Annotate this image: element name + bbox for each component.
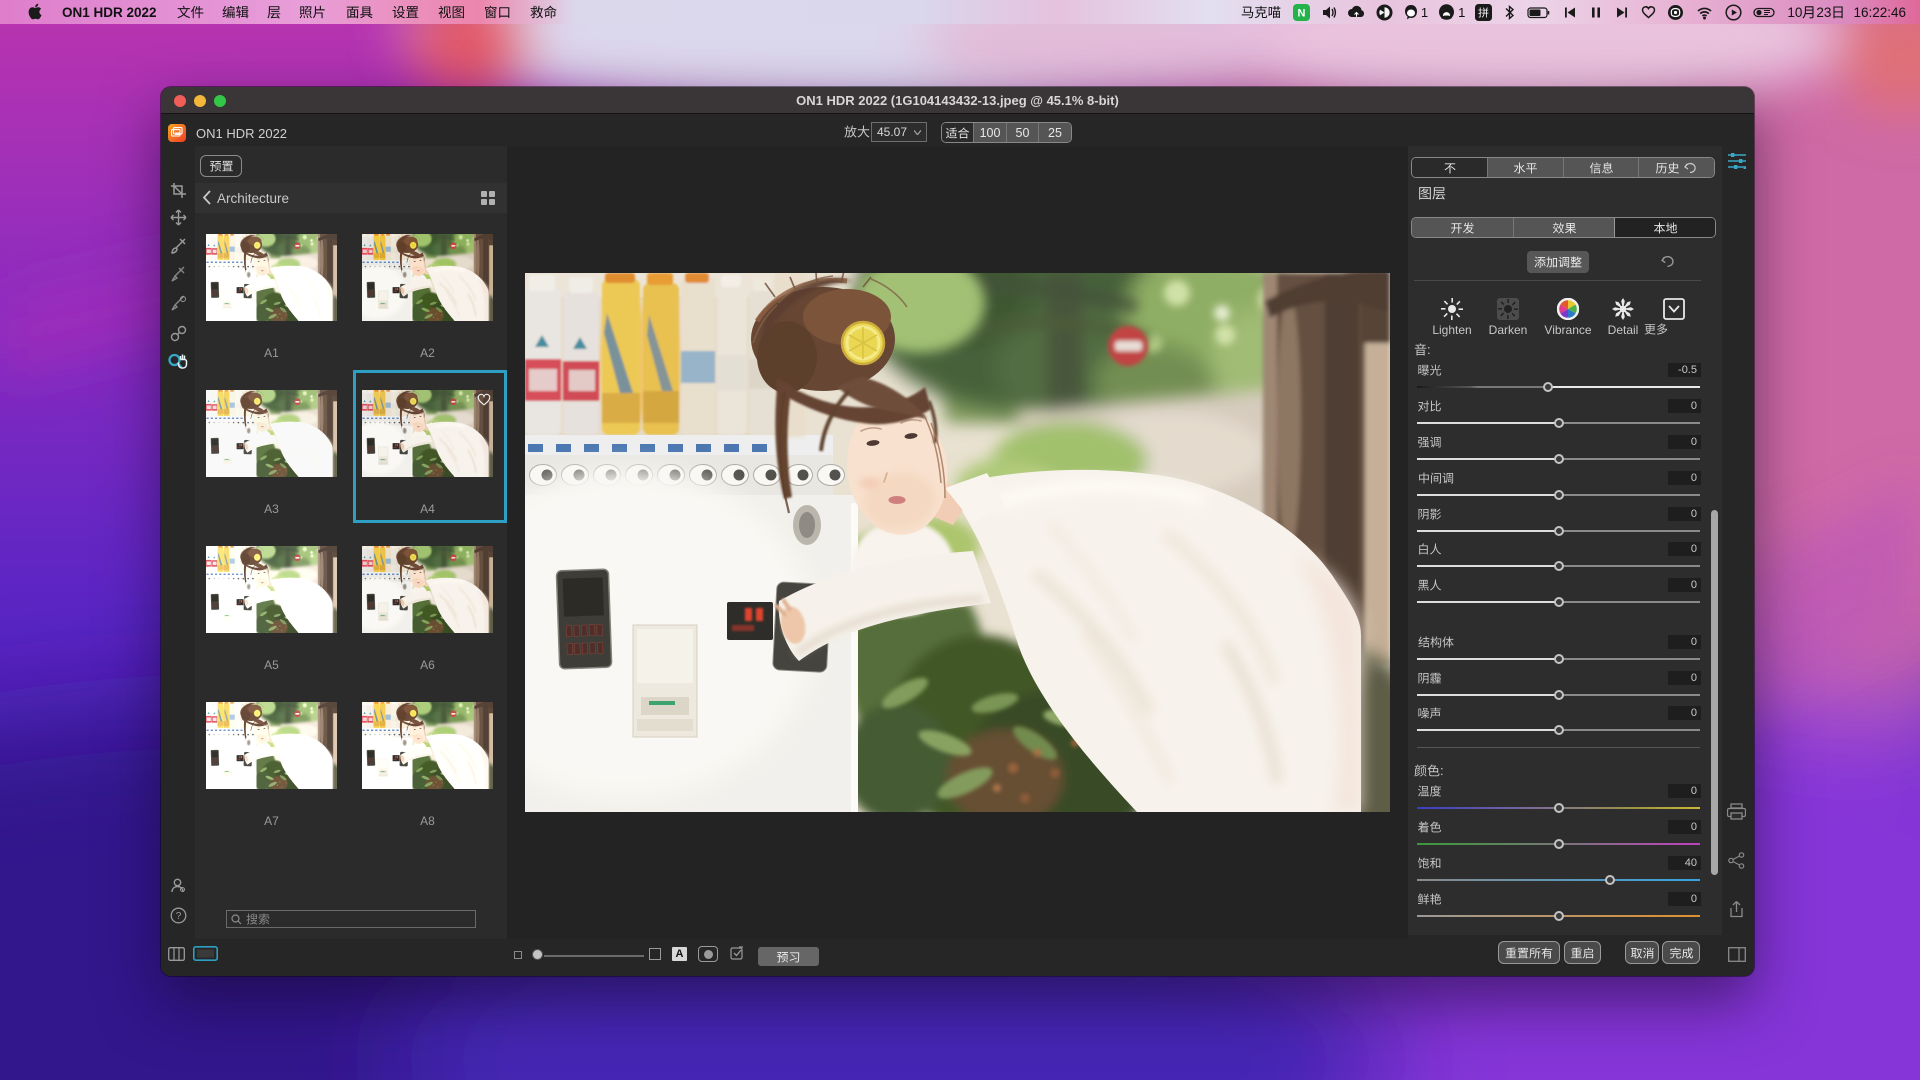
svg-text:N: N <box>1297 7 1305 19</box>
svg-text:?: ? <box>176 911 182 922</box>
